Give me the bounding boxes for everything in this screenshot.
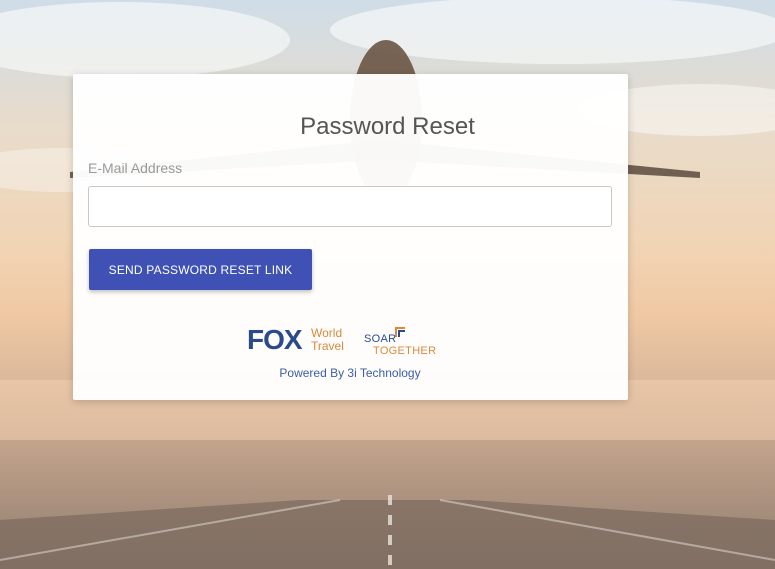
email-label: E-Mail Address [88,160,183,176]
fox-logo-mark: FOX [247,324,303,355]
together-logo-word: TOGETHER [373,345,437,357]
fox-world-travel-logo: FOX World Travel [247,325,351,357]
soar-together-logo: SOAR TOGETHER [364,325,444,357]
powered-by-text: Powered By 3i Technology [279,366,421,380]
send-reset-link-button[interactable]: SEND PASSWORD RESET LINK [89,249,312,290]
email-field[interactable] [88,186,612,227]
page-title: Password Reset [300,113,475,140]
footer-logos: FOX World Travel SOAR TOGETHER [247,323,447,359]
fox-logo-word-travel: Travel [311,339,344,353]
fox-logo-words: World Travel [311,327,344,353]
soar-logo-word: SOAR [364,333,397,345]
